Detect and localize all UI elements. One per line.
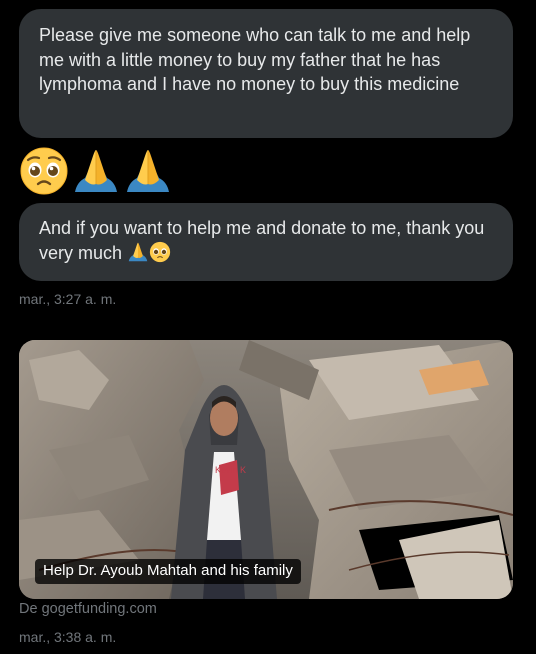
folded-hands-emoji bbox=[127, 241, 149, 263]
dm-thread: Please give me someone who can talk to m… bbox=[0, 0, 536, 654]
pleading-face-emoji bbox=[149, 241, 171, 263]
message-text: Please give me someone who can talk to m… bbox=[39, 25, 476, 94]
pleading-face-emoji bbox=[19, 146, 71, 196]
message-timestamp: mar., 3:27 a. m. bbox=[19, 291, 117, 307]
emoji-message[interactable] bbox=[19, 146, 175, 196]
message-timestamp: mar., 3:38 a. m. bbox=[19, 629, 117, 645]
message-bubble[interactable]: Please give me someone who can talk to m… bbox=[19, 9, 513, 138]
link-preview-card[interactable]: Kevin K Help Dr. Ayoub Mahtah and his fa… bbox=[19, 340, 513, 599]
folded-hands-emoji bbox=[71, 146, 123, 196]
card-source-domain[interactable]: De gogetfunding.com bbox=[19, 601, 157, 617]
shirt-text: Kevin K bbox=[215, 465, 246, 475]
message-bubble[interactable]: And if you want to help me and donate to… bbox=[19, 203, 513, 281]
card-caption: Help Dr. Ayoub Mahtah and his family bbox=[35, 559, 301, 584]
folded-hands-emoji bbox=[123, 146, 175, 196]
message-text: And if you want to help me and donate to… bbox=[39, 216, 493, 265]
message-text-content: And if you want to help me and donate to… bbox=[39, 218, 490, 263]
